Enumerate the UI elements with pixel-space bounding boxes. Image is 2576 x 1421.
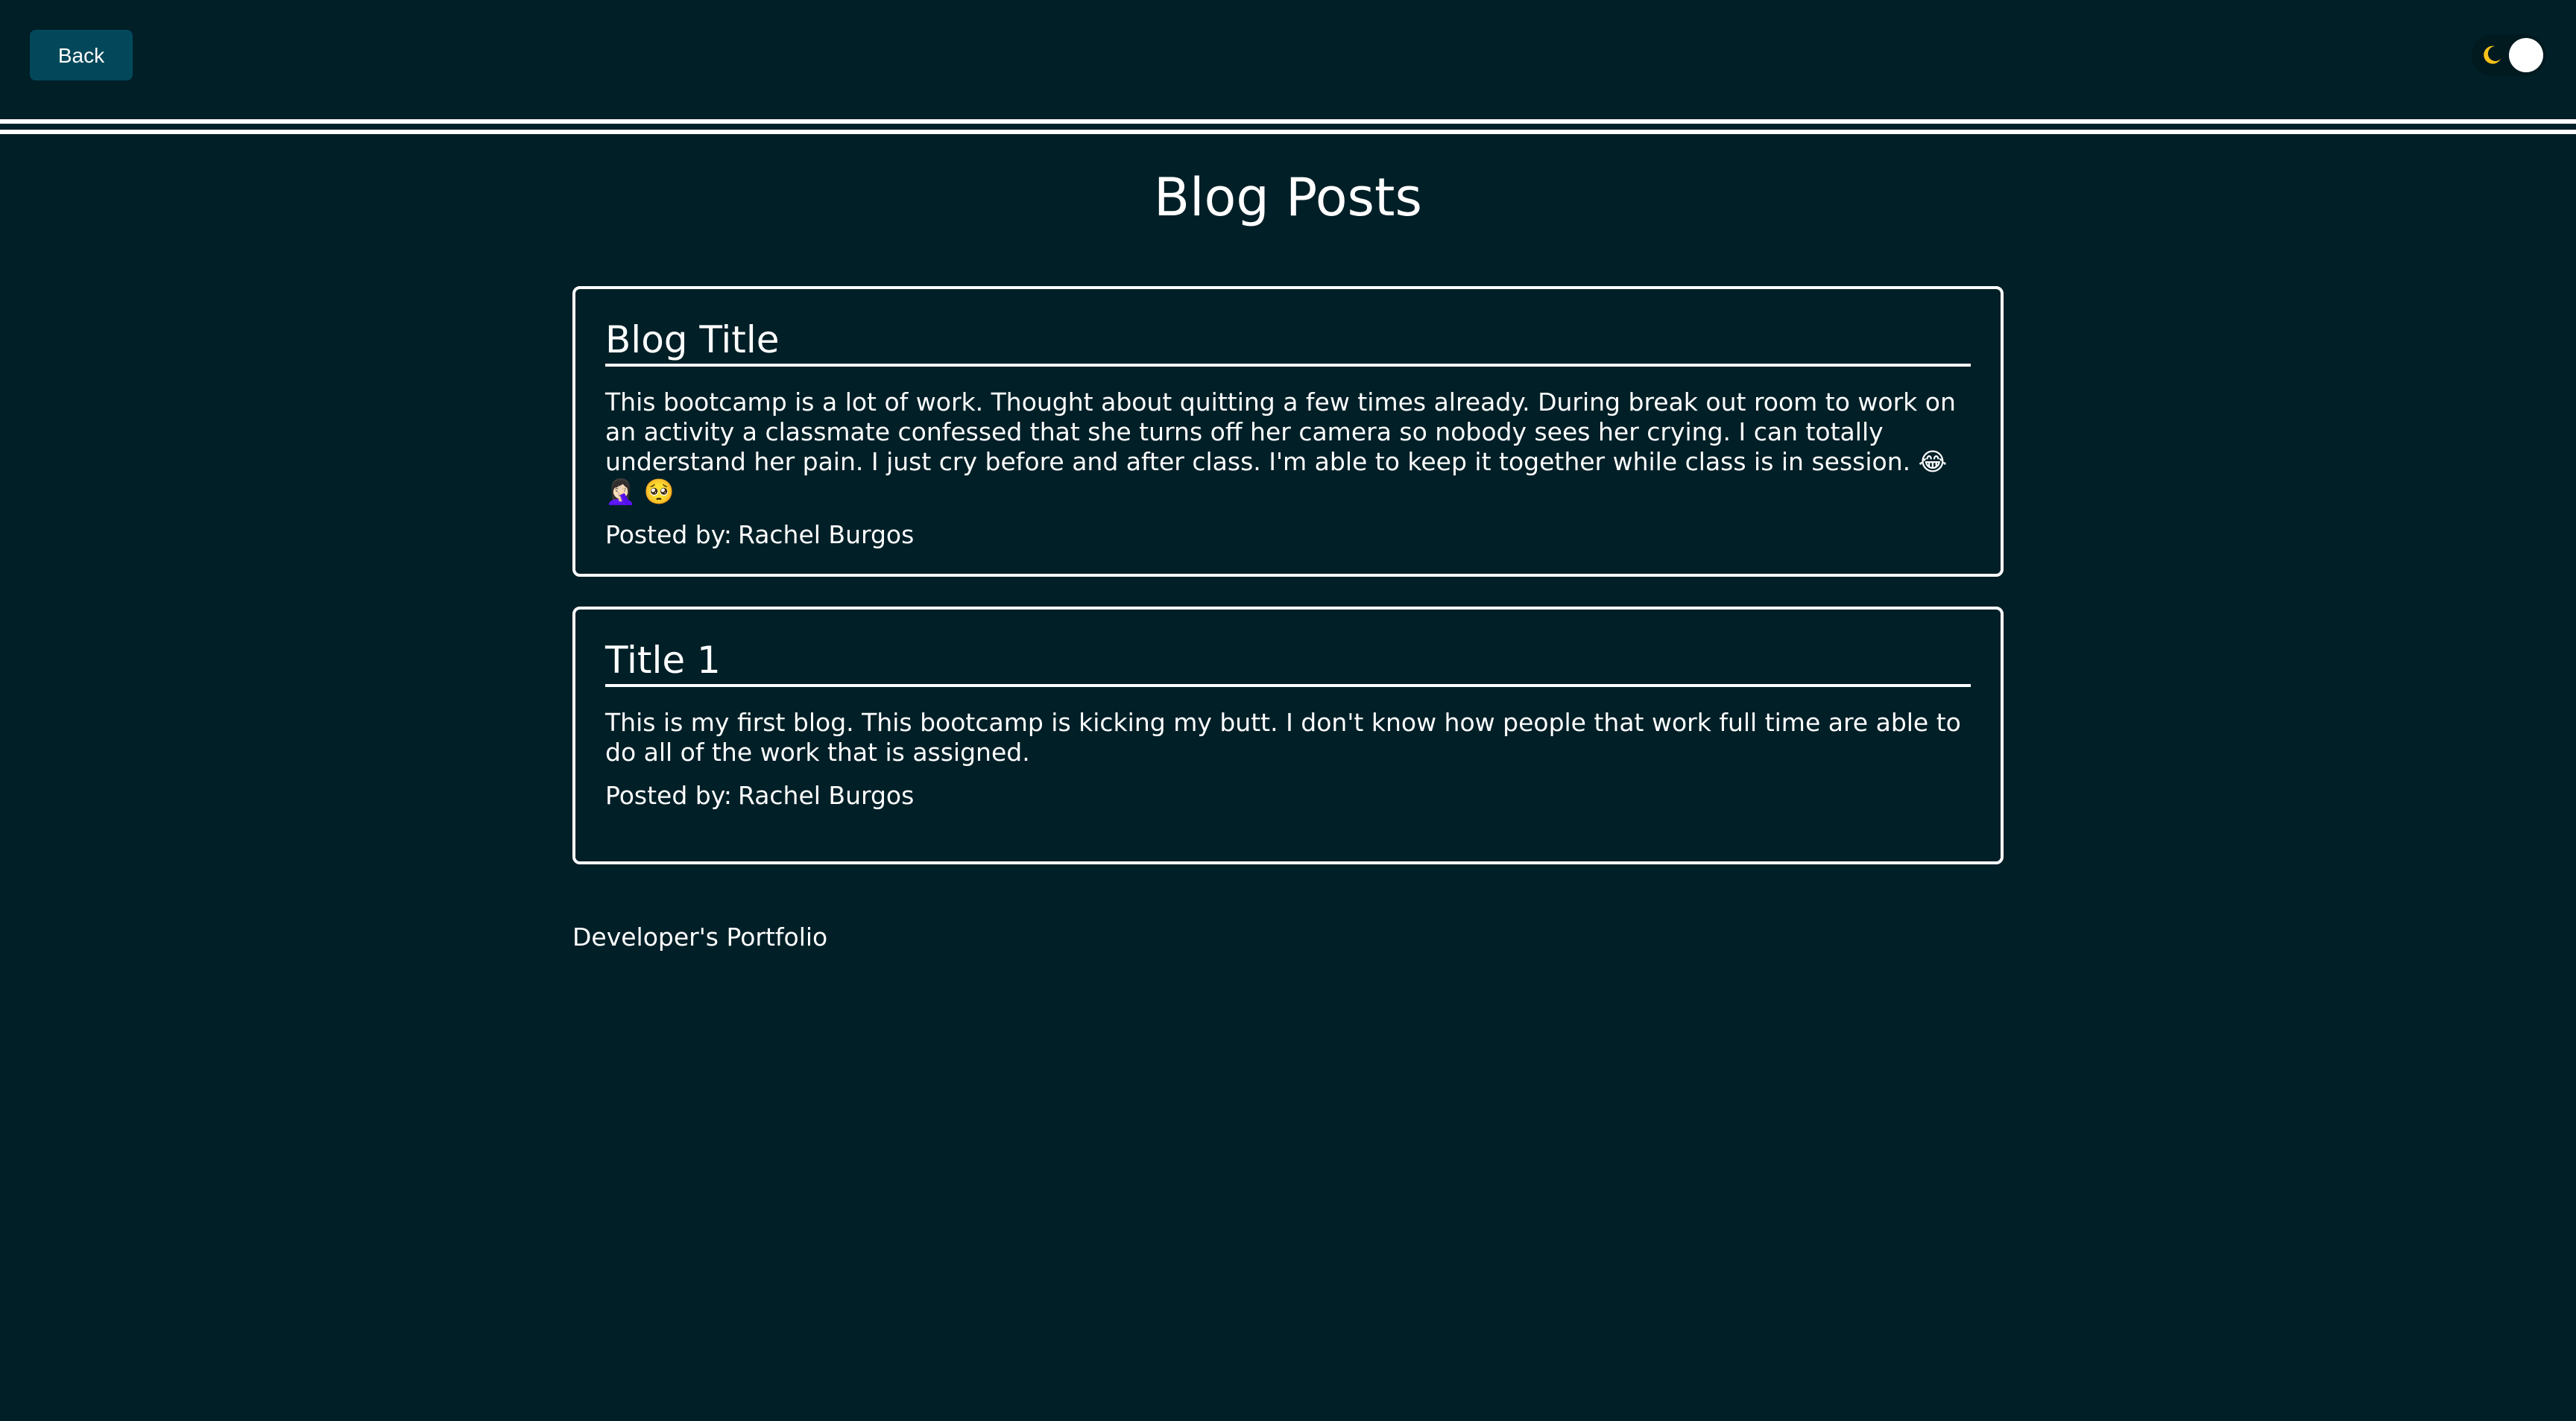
blog-post-card: Title 1 This is my first blog. This boot…: [572, 607, 2004, 864]
page-title: Blog Posts: [1154, 167, 1422, 228]
post-title: Blog Title: [605, 317, 1971, 367]
post-author-line: Posted by: Rachel Burgos: [605, 781, 1971, 811]
author-prefix: Posted by:: [605, 520, 732, 549]
header-divider-top: [0, 119, 2576, 124]
post-body: This is my first blog. This bootcamp is …: [605, 708, 1961, 767]
post-title: Title 1: [605, 638, 1971, 687]
blog-post-card: Blog Title This bootcamp is a lot of wor…: [572, 286, 2004, 577]
post-author-line: Posted by: Rachel Burgos: [605, 520, 1971, 550]
author-prefix: Posted by:: [605, 781, 732, 810]
header-divider-bottom: [0, 130, 2576, 134]
back-button[interactable]: Back: [30, 30, 133, 80]
site-header: Back: [0, 0, 2576, 119]
footer-text: Developer's Portfolio: [572, 922, 828, 952]
author-name: Rachel Burgos: [737, 520, 915, 549]
author-name: Rachel Burgos: [737, 781, 915, 810]
theme-toggle[interactable]: [2472, 34, 2546, 76]
post-body: This bootcamp is a lot of work. Thought …: [605, 387, 1956, 506]
moon-icon: [2484, 45, 2501, 64]
blog-post-list: Blog Title This bootcamp is a lot of wor…: [572, 286, 2004, 894]
toggle-knob: [2509, 38, 2543, 72]
